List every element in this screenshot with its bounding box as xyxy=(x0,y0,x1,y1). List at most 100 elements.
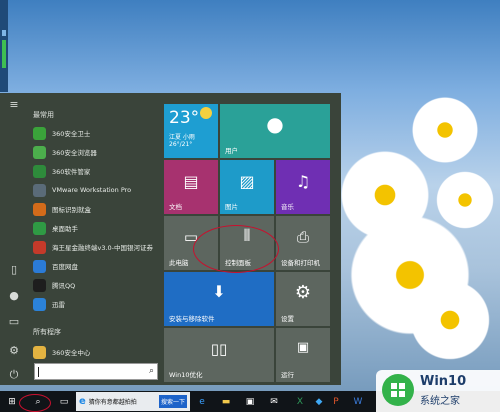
run-tile[interactable]: ▣ 运行 xyxy=(276,328,330,382)
powerpoint-icon[interactable]: P xyxy=(328,391,344,412)
store-tile-label: 安装与移除软件 xyxy=(169,315,215,323)
search-icon[interactable]: ⌕ xyxy=(149,366,154,376)
ie-icon: e xyxy=(79,396,86,407)
search-input[interactable]: ⌕ xyxy=(34,363,158,380)
settings-gear-icon[interactable]: ⚙ xyxy=(6,344,22,358)
settings-tile-label: 设置 xyxy=(281,315,294,323)
desktop-assistant-icon xyxy=(33,221,46,235)
download-box-icon: ⬇ xyxy=(212,282,226,301)
weather-condition: 江夏 小雨 xyxy=(169,134,195,141)
excel-icon[interactable]: X xyxy=(292,391,308,412)
site-watermark: Win10 系统之家 xyxy=(376,370,500,412)
win10-optimize-tile-label: Win10优化 xyxy=(169,371,203,379)
taskbar-window-title: 猜你有意都越拍拍 xyxy=(88,399,137,406)
software-manager-icon xyxy=(33,164,46,178)
desktop-widget-strip xyxy=(0,0,8,92)
pictures-icon: ▨ xyxy=(239,172,255,191)
app-list-item[interactable]: 迅雷 xyxy=(33,296,161,312)
app-list-item[interactable]: 百度网盘 xyxy=(33,258,161,274)
shield-icon xyxy=(33,126,46,140)
start-menu-rail: ≡ ▯ ● ▭ ⚙ ⏻ xyxy=(4,93,26,385)
app-list-item-label: 360安全浏览器 xyxy=(52,149,97,157)
app-list-item-label: 腾讯QQ xyxy=(52,282,76,290)
documents-icon: ▤ xyxy=(183,172,199,191)
app-list-item[interactable]: 图标识别就盒 xyxy=(33,201,161,217)
store-tile[interactable]: ⬇ 安装与移除软件 xyxy=(164,272,274,326)
app-icon[interactable]: ◆ xyxy=(312,391,326,412)
vmware-icon xyxy=(33,183,46,197)
app-list-item-label: 迅雷 xyxy=(52,301,65,309)
task-view-icon[interactable]: ▭ xyxy=(56,391,72,412)
pictures-tile[interactable]: ▨ 图片 xyxy=(220,160,274,214)
widget-indicator xyxy=(2,30,6,36)
app-list: 最常用 360安全卫士 360安全浏览器 360软件管家 VMware Worksta… xyxy=(30,93,160,385)
cloud-drive-icon xyxy=(33,259,46,273)
music-tile-label: 音乐 xyxy=(281,203,294,211)
frequent-heading: 最常用 xyxy=(33,111,54,119)
start-menu: ≡ ▯ ● ▭ ⚙ ⏻ 最常用 360安全卫士 360安全浏览器 360软件管家 VM… xyxy=(0,93,341,385)
folder-icon xyxy=(33,345,46,359)
store-icon[interactable]: ▣ xyxy=(242,391,258,412)
settings-tile[interactable]: ⚙ 设置 xyxy=(276,272,330,326)
weather-sun-icon xyxy=(200,107,212,119)
recognition-icon xyxy=(33,202,46,216)
app-list-item[interactable]: 360软件管家 xyxy=(33,163,161,179)
qq-icon xyxy=(33,278,46,292)
devices-printers-tile-label: 设备和打印机 xyxy=(281,259,320,267)
mail-icon[interactable]: ✉ xyxy=(266,391,282,412)
user-account-icon[interactable]: ● xyxy=(6,289,22,303)
headphones-icon: ♫ xyxy=(295,172,311,191)
browser-icon xyxy=(33,145,46,159)
music-tile[interactable]: ♫ 音乐 xyxy=(276,160,330,214)
app-list-item[interactable]: VMware Workstation Pro xyxy=(33,182,161,198)
power-icon[interactable]: ⏻ xyxy=(6,368,22,382)
watermark-subtitle: 系统之家 xyxy=(420,396,460,407)
app-list-item-label: 图标识别就盒 xyxy=(52,206,91,214)
devices-printers-tile[interactable]: ⎙ 设备和打印机 xyxy=(276,216,330,270)
all-programs-heading: 所有程序 xyxy=(33,328,61,336)
weather-range: 26°/21° xyxy=(169,141,193,148)
watermark-title: Win10 xyxy=(420,374,467,389)
file-explorer-icon[interactable]: ▭ xyxy=(6,315,22,329)
pictures-tile-label: 图片 xyxy=(225,203,238,211)
printer-icon: ⎙ xyxy=(296,228,309,246)
app-list-item[interactable]: 桌面助手 xyxy=(33,220,161,236)
app-list-item[interactable]: 360安全浏览器 xyxy=(33,144,161,160)
documents-tile-label: 文档 xyxy=(169,203,182,211)
finance-terminal-icon xyxy=(33,240,46,254)
this-pc-tile-label: 此电脑 xyxy=(169,259,189,267)
tablet-mode-icon[interactable]: ▯ xyxy=(6,263,22,277)
app-list-item-label: VMware Workstation Pro xyxy=(52,186,132,194)
app-list-item-label: 360安全卫士 xyxy=(52,130,91,138)
file-explorer-icon[interactable]: ▬ xyxy=(218,391,234,412)
settings-gear-icon: ⚙ xyxy=(294,282,312,303)
edge-icon[interactable]: e xyxy=(194,391,210,412)
run-tile-label: 运行 xyxy=(281,371,294,379)
widget-level-bar xyxy=(2,40,6,68)
app-list-item-label: 桌面助手 xyxy=(52,225,78,233)
app-list-item[interactable]: 360安全卫士 xyxy=(33,125,161,141)
word-icon[interactable]: W xyxy=(350,391,366,412)
app-list-item[interactable]: 360安全中心 xyxy=(33,344,161,360)
user-tile-label: 用户 xyxy=(225,147,238,155)
taskbar-search-label[interactable]: 搜索一下 xyxy=(158,395,187,408)
control-panel-highlight-circle xyxy=(193,225,279,273)
app-list-item-label: 360安全中心 xyxy=(52,349,91,357)
windows-logo-icon xyxy=(382,374,414,406)
app-list-item-label: 百度网盘 xyxy=(52,263,78,271)
app-list-item[interactable]: 海王星金融终端v3.0-中国银河证券 xyxy=(33,239,161,255)
text-caret xyxy=(38,367,39,377)
app-list-item-label: 海王星金融终端v3.0-中国银河证券 xyxy=(52,244,154,252)
app-list-item[interactable]: 腾讯QQ xyxy=(33,277,161,293)
documents-tile[interactable]: ▤ 文档 xyxy=(164,160,218,214)
weather-tile[interactable]: 23° 江夏 小雨 26°/21° xyxy=(164,104,218,158)
taskbar-ie-window[interactable]: e 猜你有意都越拍拍 搜索一下 xyxy=(76,392,190,411)
user-person-icon: ● xyxy=(266,112,284,136)
optimize-icon: ▯▯ xyxy=(210,340,228,358)
app-list-item-label: 360软件管家 xyxy=(52,168,91,176)
user-tile[interactable]: ● 用户 xyxy=(220,104,330,158)
win10-optimize-tile[interactable]: ▯▯ Win10优化 xyxy=(164,328,274,382)
hamburger-menu-icon[interactable]: ≡ xyxy=(6,98,22,112)
run-prompt-icon: ▣ xyxy=(296,340,310,355)
thunder-icon xyxy=(33,297,46,311)
